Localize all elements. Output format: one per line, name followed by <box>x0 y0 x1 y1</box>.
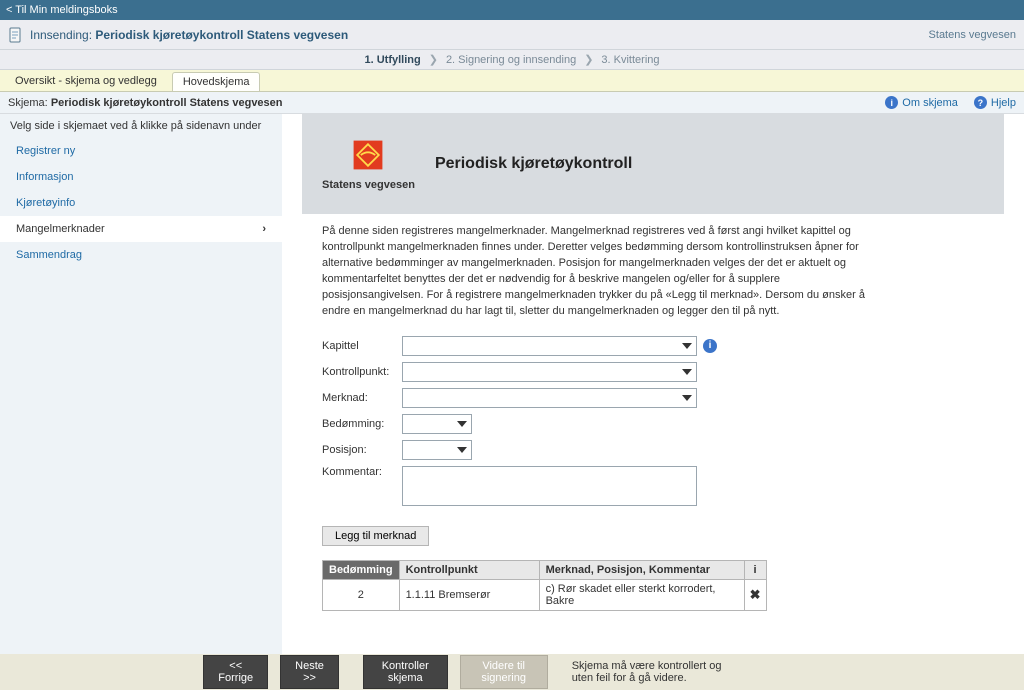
info-icon[interactable]: i <box>754 564 757 576</box>
footer-message: Skjema må være kontrollert og uten feil … <box>572 660 744 684</box>
merknad-select[interactable] <box>402 388 697 408</box>
schema-title: Periodisk kjøretøykontroll Statens vegve… <box>51 97 283 109</box>
sidebar-item-vehicleinfo[interactable]: Kjøretøyinfo <box>0 190 282 216</box>
schema-label: Skjema: <box>8 97 48 109</box>
back-to-inbox-link[interactable]: < Til Min meldingsboks <box>6 4 118 16</box>
document-icon <box>8 27 24 43</box>
cell-kontrollpunkt: 1.1.11 Bremserør <box>399 579 539 610</box>
sidebar-item-information[interactable]: Informasjon <box>0 164 282 190</box>
page-title: Periodisk kjøretøykontroll <box>435 155 632 173</box>
sidebar-item-register[interactable]: Registrer ny <box>0 138 282 164</box>
kapittel-label: Kapittel <box>322 340 402 352</box>
posisjon-label: Posisjon: <box>322 444 402 456</box>
vegvesen-logo-icon <box>350 137 386 173</box>
help-icon: ? <box>974 96 987 109</box>
kontrollpunkt-select[interactable] <box>402 362 697 382</box>
tab-overview[interactable]: Oversikt - skjema og vedlegg <box>4 71 168 91</box>
tab-main[interactable]: Hovedskjema <box>172 72 261 91</box>
logo-block: Statens vegvesen <box>322 137 415 191</box>
topbar: < Til Min meldingsboks <box>0 0 1024 20</box>
sidebar-item-defects[interactable]: Mangelmerknader › <box>0 216 282 242</box>
content-area: Statens vegvesen Periodisk kjøretøykontr… <box>282 114 1024 674</box>
logo-subtitle: Statens vegvesen <box>322 179 415 191</box>
header-title: Periodisk kjøretøykontroll Statens vegve… <box>95 28 348 42</box>
sidebar-item-summary[interactable]: Sammendrag <box>0 242 282 268</box>
kommentar-label: Kommentar: <box>322 466 402 478</box>
kontrollpunkt-label: Kontrollpunkt: <box>322 366 402 378</box>
sidebar-item-label: Mangelmerknader <box>16 223 105 235</box>
about-schema-link[interactable]: i Om skjema <box>885 96 958 109</box>
prev-button[interactable]: << Forrige <box>203 655 268 689</box>
table-row: 2 1.1.11 Bremserør c) Rør skadet eller s… <box>323 579 767 610</box>
header-org: Statens vegvesen <box>929 29 1016 41</box>
sub-header: Skjema: Periodisk kjøretøykontroll State… <box>0 92 1024 114</box>
check-schema-button[interactable]: Kontroller skjema <box>363 655 448 689</box>
info-icon: i <box>885 96 898 109</box>
sidebar-instruction: Velg side i skjemaet ved å klikke på sid… <box>0 114 282 138</box>
bedomming-label: Bedømming: <box>322 418 402 430</box>
step-2[interactable]: 2. Signering og innsending <box>438 54 584 66</box>
cell-bedomming: 2 <box>323 579 400 610</box>
cell-merknad: c) Rør skadet eller sterkt korrodert, Ba… <box>539 579 744 610</box>
chevron-right-icon: ❯ <box>584 53 593 66</box>
main-wrap: Velg side i skjemaet ved å klikke på sid… <box>0 114 1024 674</box>
kapittel-select[interactable] <box>402 336 697 356</box>
sidebar: Velg side i skjemaet ved å klikke på sid… <box>0 114 282 674</box>
th-info: i <box>744 560 766 579</box>
steps-row: 1. Utfylling ❯ 2. Signering og innsendin… <box>0 50 1024 70</box>
defects-table: Bedømming Kontrollpunkt Merknad, Posisjo… <box>322 560 767 611</box>
delete-icon[interactable]: ✖ <box>750 587 761 603</box>
add-note-button[interactable]: Legg til merknad <box>322 526 429 546</box>
step-3[interactable]: 3. Kvittering <box>593 54 667 66</box>
header-label: Innsending: Periodisk kjøretøykontroll S… <box>30 28 348 42</box>
form: Kapittel i Kontrollpunkt: Merknad: Bedøm… <box>322 336 984 506</box>
info-icon[interactable]: i <box>703 339 717 353</box>
chevron-right-icon: ❯ <box>429 53 438 66</box>
help-link[interactable]: ? Hjelp <box>974 96 1016 109</box>
footer: << Forrige Neste >> Kontroller skjema Vi… <box>0 654 1024 690</box>
tabs-row: Oversikt - skjema og vedlegg Hovedskjema <box>0 70 1024 92</box>
th-merknad: Merknad, Posisjon, Kommentar <box>539 560 744 579</box>
th-bedomming: Bedømming <box>323 560 400 579</box>
continue-signing-button: Videre til signering <box>460 655 548 689</box>
chevron-right-icon: › <box>262 223 266 235</box>
kommentar-textarea[interactable] <box>402 466 697 506</box>
description-text: På denne siden registreres mangelmerknad… <box>322 224 882 320</box>
posisjon-select[interactable] <box>402 440 472 460</box>
bedomming-select[interactable] <box>402 414 472 434</box>
step-1: 1. Utfylling <box>356 54 428 66</box>
next-button[interactable]: Neste >> <box>280 655 339 689</box>
header-row: Innsending: Periodisk kjøretøykontroll S… <box>0 20 1024 50</box>
banner: Statens vegvesen Periodisk kjøretøykontr… <box>302 114 1004 214</box>
th-kontrollpunkt: Kontrollpunkt <box>399 560 539 579</box>
cell-delete: ✖ <box>744 579 766 610</box>
merknad-label: Merknad: <box>322 392 402 404</box>
